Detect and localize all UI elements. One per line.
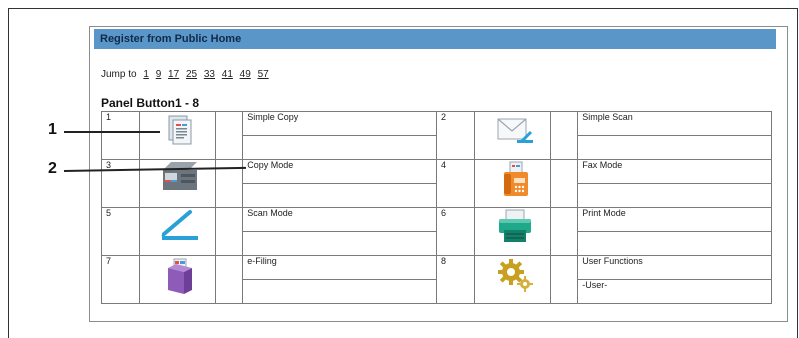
button-number: 2 <box>435 111 476 160</box>
button-subtitle <box>577 135 772 160</box>
jump-label: Jump to <box>101 69 137 80</box>
jump-link-9[interactable]: 9 <box>156 69 162 80</box>
button-name[interactable]: Print Mode <box>577 207 772 232</box>
callout-2-label: 2 <box>48 160 57 177</box>
button-subtitle <box>242 183 437 208</box>
button-subtitle <box>242 279 437 304</box>
scan-mode-icon[interactable] <box>139 207 216 256</box>
button-name[interactable]: e-Filing <box>242 255 437 280</box>
jump-link-1[interactable]: 1 <box>143 69 149 80</box>
button-spacer <box>549 111 579 160</box>
jump-to-nav: Jump to 1 9 17 25 33 41 49 57 <box>101 69 269 80</box>
button-number: 5 <box>100 207 141 256</box>
button-number: 6 <box>435 207 476 256</box>
button-subtitle <box>242 231 437 256</box>
button-number: 8 <box>435 255 476 304</box>
jump-link-41[interactable]: 41 <box>222 69 233 80</box>
jump-link-25[interactable]: 25 <box>186 69 197 80</box>
jump-link-57[interactable]: 57 <box>258 69 269 80</box>
button-spacer <box>549 159 579 208</box>
e-filing-icon[interactable] <box>139 255 216 304</box>
button-name[interactable]: User Functions <box>577 255 772 280</box>
button-subtitle <box>577 231 772 256</box>
button-number: 3 <box>100 159 141 208</box>
callout-1-label: 1 <box>48 121 57 138</box>
fax-mode-icon[interactable] <box>474 159 551 208</box>
button-spacer <box>214 207 244 256</box>
panel-button-table: 1 Simple Copy 2 Simple Scan 3 Copy Mode … <box>100 111 772 304</box>
button-number: 7 <box>100 255 141 304</box>
simple-copy-icon[interactable] <box>139 111 216 160</box>
panel-header: Register from Public Home <box>94 29 776 49</box>
user-functions-icon[interactable] <box>474 255 551 304</box>
button-name[interactable]: Copy Mode <box>242 159 437 184</box>
button-subtitle <box>242 135 437 160</box>
button-name[interactable]: Fax Mode <box>577 159 772 184</box>
print-mode-icon[interactable] <box>474 207 551 256</box>
button-name[interactable]: Scan Mode <box>242 207 437 232</box>
panel-button-title: Panel Button1 - 8 <box>101 96 200 110</box>
button-number: 4 <box>435 159 476 208</box>
button-subtitle: -User- <box>577 279 772 304</box>
button-subtitle <box>577 183 772 208</box>
jump-link-49[interactable]: 49 <box>240 69 251 80</box>
button-spacer <box>549 207 579 256</box>
button-name[interactable]: Simple Copy <box>242 111 437 136</box>
button-spacer <box>549 255 579 304</box>
simple-scan-icon[interactable] <box>474 111 551 160</box>
button-spacer <box>214 111 244 160</box>
button-number: 1 <box>100 111 141 160</box>
button-spacer <box>214 255 244 304</box>
jump-link-33[interactable]: 33 <box>204 69 215 80</box>
callout-1-line <box>64 131 160 133</box>
button-name[interactable]: Simple Scan <box>577 111 772 136</box>
jump-link-17[interactable]: 17 <box>168 69 179 80</box>
